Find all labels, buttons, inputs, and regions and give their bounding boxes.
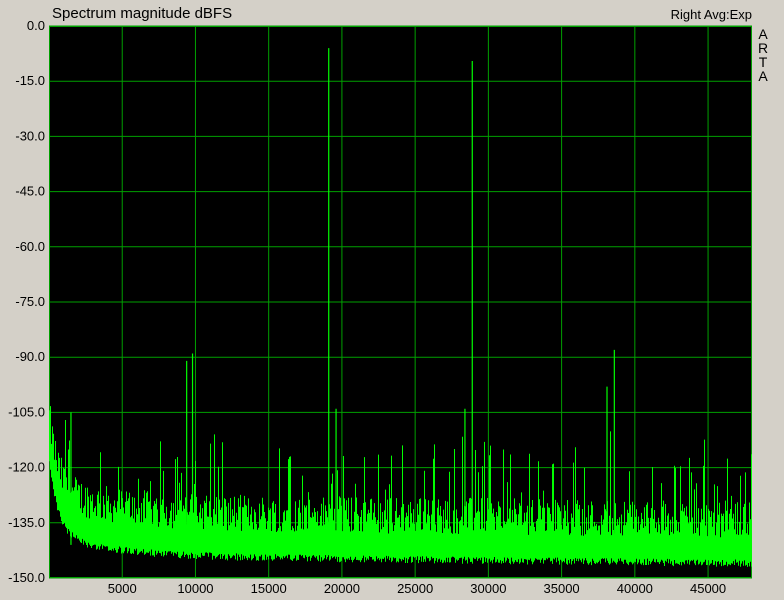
x-axis-ticks: 5000 10000 15000 20000 25000 30000 35000 40000 4… <box>108 581 726 596</box>
x-tick-label: 30000 <box>470 581 506 596</box>
y-axis-ticks: 0.0 -15.0 -30.0 -45.0 -60.0 -75.0 -90.0 -105.0 -… <box>8 18 45 585</box>
y-tick-label: -15.0 <box>15 73 45 88</box>
y-tick-label: -120.0 <box>8 460 45 475</box>
x-tick-label: 35000 <box>544 581 580 596</box>
y-tick-label: -60.0 <box>15 239 45 254</box>
y-tick-label: -90.0 <box>15 349 45 364</box>
y-tick-label: -45.0 <box>15 184 45 199</box>
spectrum-chart: 0.0 -15.0 -30.0 -45.0 -60.0 -75.0 -90.0 -105.0 -… <box>8 18 752 596</box>
x-tick-label: 45000 <box>690 581 726 596</box>
y-tick-label: -150.0 <box>8 570 45 585</box>
y-tick-label: -75.0 <box>15 294 45 309</box>
x-tick-label: 25000 <box>397 581 433 596</box>
y-tick-label: -135.0 <box>8 515 45 530</box>
x-tick-label: 15000 <box>251 581 287 596</box>
x-tick-label: 5000 <box>108 581 137 596</box>
x-tick-label: 40000 <box>617 581 653 596</box>
y-tick-label: -105.0 <box>8 404 45 419</box>
y-tick-label: -30.0 <box>15 128 45 143</box>
y-tick-label: 0.0 <box>27 18 45 33</box>
x-tick-label: 20000 <box>324 581 360 596</box>
x-tick-label: 10000 <box>177 581 213 596</box>
